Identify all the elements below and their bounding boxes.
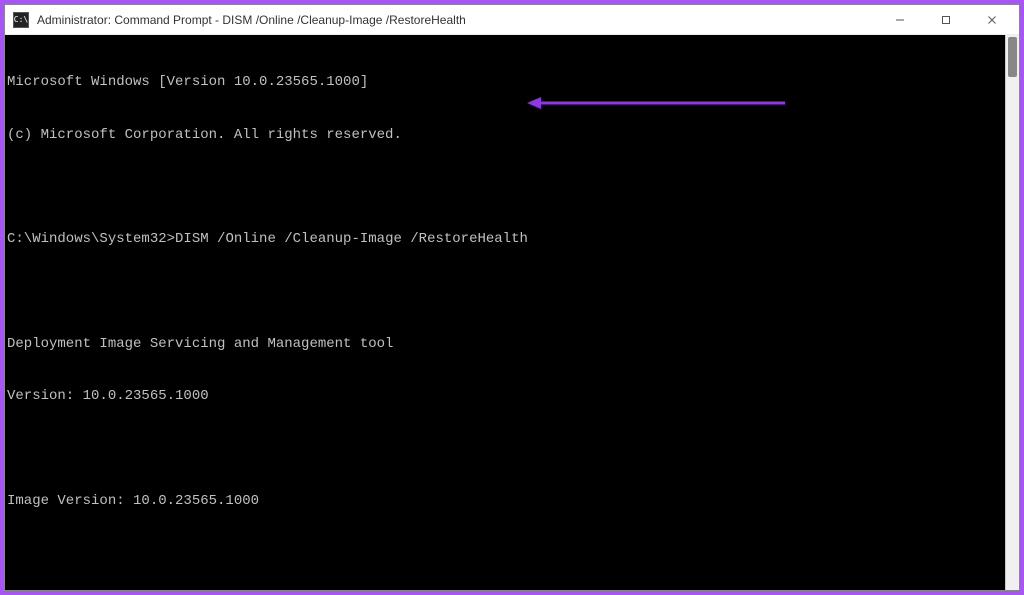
blank-line — [7, 545, 1017, 562]
minimize-button[interactable] — [877, 5, 923, 34]
blank-line — [7, 284, 1017, 301]
window-title: Administrator: Command Prompt - DISM /On… — [37, 13, 877, 27]
tool-name-line: Deployment Image Servicing and Managemen… — [7, 336, 1017, 354]
close-button[interactable] — [969, 5, 1015, 34]
copyright-line: (c) Microsoft Corporation. All rights re… — [7, 127, 1017, 145]
image-version-line: Image Version: 10.0.23565.1000 — [7, 493, 1017, 511]
minimize-icon — [895, 15, 905, 25]
vertical-scrollbar[interactable] — [1005, 35, 1019, 590]
close-icon — [987, 15, 997, 25]
version-line: Microsoft Windows [Version 10.0.23565.10… — [7, 74, 1017, 92]
titlebar[interactable]: C:\ Administrator: Command Prompt - DISM… — [5, 5, 1019, 35]
command-prompt-window: C:\ Administrator: Command Prompt - DISM… — [4, 4, 1020, 591]
window-controls — [877, 5, 1015, 34]
command-text: DISM /Online /Cleanup-Image /RestoreHeal… — [175, 231, 528, 247]
prompt-text: C:\Windows\System32> — [7, 231, 175, 247]
tool-version-line: Version: 10.0.23565.1000 — [7, 388, 1017, 406]
blank-line — [7, 179, 1017, 196]
maximize-button[interactable] — [923, 5, 969, 34]
cmd-icon: C:\ — [13, 12, 29, 28]
terminal-output[interactable]: Microsoft Windows [Version 10.0.23565.10… — [5, 35, 1019, 590]
blank-line — [7, 441, 1017, 458]
command-line: C:\Windows\System32>DISM /Online /Cleanu… — [7, 231, 1017, 249]
scrollbar-thumb[interactable] — [1008, 37, 1017, 77]
maximize-icon — [941, 15, 951, 25]
